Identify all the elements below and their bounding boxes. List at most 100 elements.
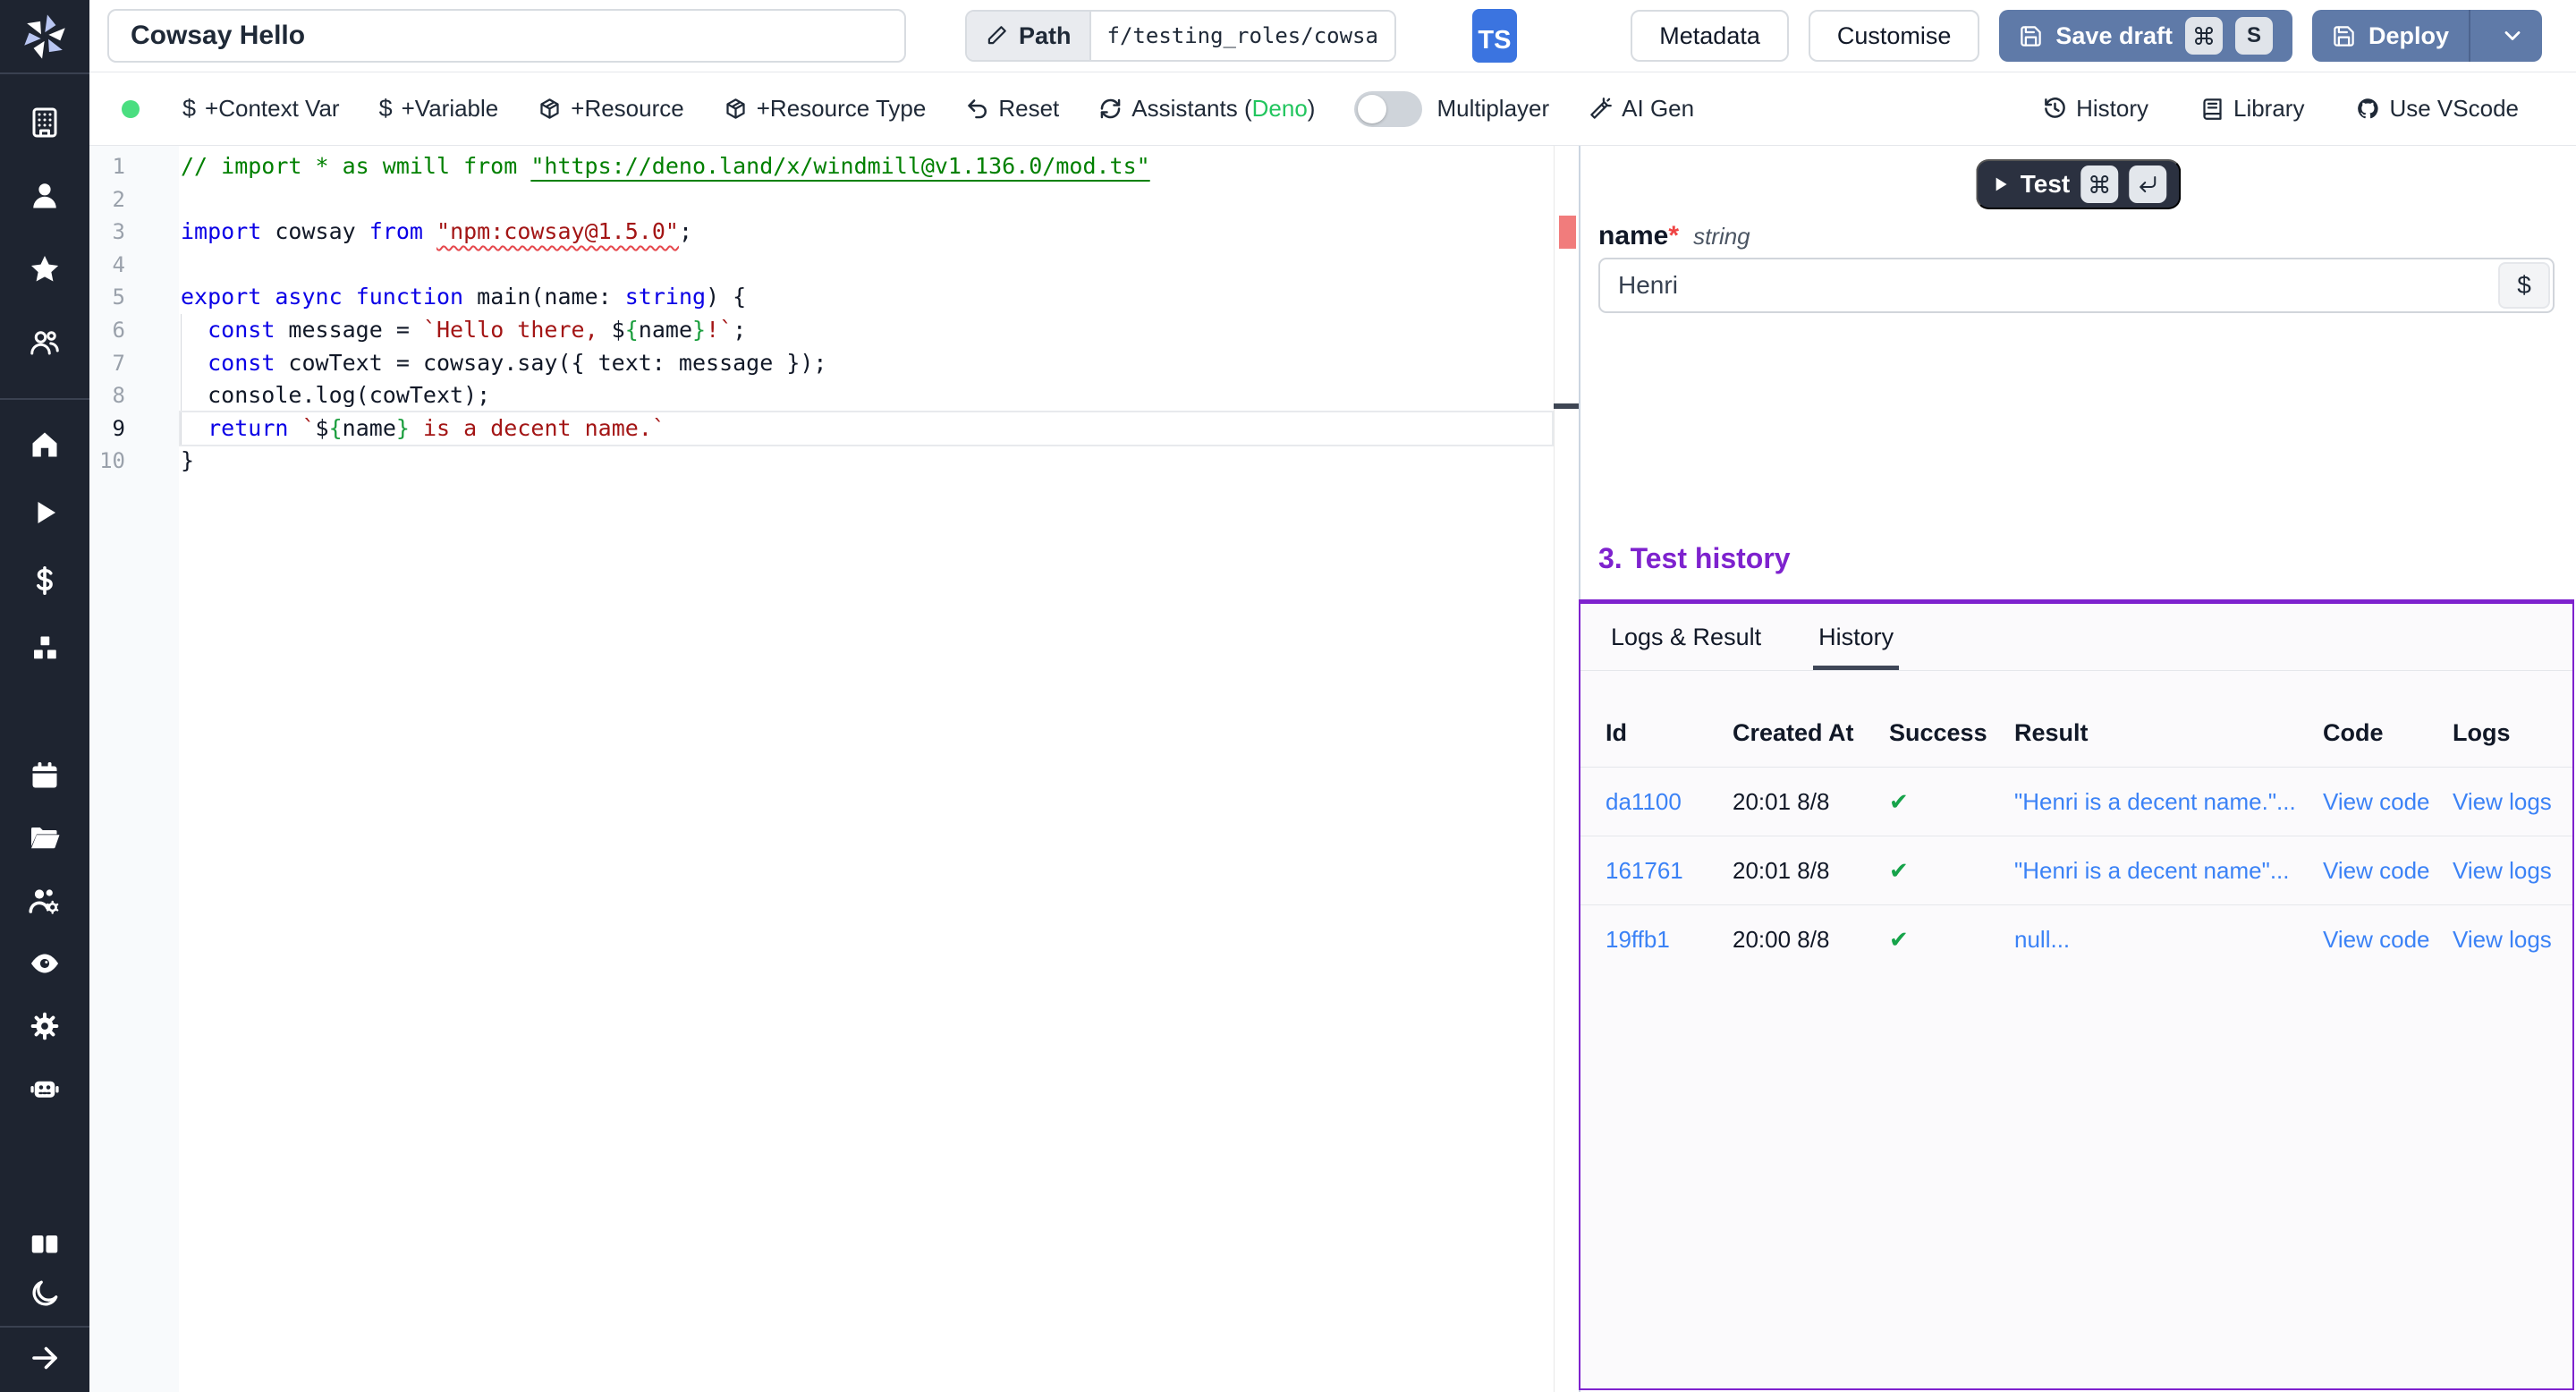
users-gear-icon: [29, 885, 61, 917]
path-edit-button[interactable]: Path: [967, 12, 1089, 60]
success-check-icon: ✔: [1889, 926, 2014, 954]
github-icon: [2356, 97, 2380, 121]
code-line[interactable]: 10}: [89, 445, 1579, 478]
code-line[interactable]: 4: [89, 249, 1579, 282]
save-icon: [2332, 24, 2356, 48]
code-text[interactable]: // import * as wmill from "https://deno.…: [181, 150, 1150, 183]
sidebar-divider: [0, 72, 89, 74]
metadata-button[interactable]: Metadata: [1631, 10, 1789, 62]
windmill-logo[interactable]: [0, 0, 89, 72]
content-area: 1// import * as wmill from "https://deno…: [89, 146, 2576, 1392]
history-row: 16176120:01 8/8✔"Henri is a decent name"…: [1580, 836, 2572, 905]
result-link[interactable]: "Henri is a decent name."...: [2014, 788, 2323, 816]
line-number: 10: [89, 445, 125, 478]
sidebar-item-folders[interactable]: [29, 822, 61, 854]
save-draft-button[interactable]: Save draft S: [1999, 10, 2292, 62]
view-logs-link[interactable]: View logs: [2453, 788, 2572, 816]
sidebar-item-schedules[interactable]: [29, 760, 61, 792]
code-line[interactable]: 3import cowsay from "npm:cowsay@1.5.0";: [89, 216, 1579, 249]
add-context-var-button[interactable]: $ +Context Var: [182, 95, 340, 123]
tab-history[interactable]: History: [1813, 624, 1899, 670]
view-code-link[interactable]: View code: [2323, 857, 2453, 885]
created-at-value: 20:00 8/8: [1733, 926, 1889, 954]
result-link[interactable]: null...: [2014, 926, 2323, 954]
sidebar-item-audit-logs[interactable]: [29, 947, 61, 980]
test-button[interactable]: Test: [1976, 159, 2182, 209]
code-line[interactable]: 9 return `${name} is a decent name.`: [89, 412, 1579, 446]
view-code-link[interactable]: View code: [2323, 788, 2453, 816]
library-button[interactable]: Library: [2200, 95, 2304, 123]
history-label: History: [2076, 95, 2148, 123]
code-text[interactable]: }: [181, 445, 194, 478]
sidebar-item-runs[interactable]: [29, 497, 61, 529]
sidebar-item-docs[interactable]: [29, 1227, 61, 1260]
sidebar-item-groups[interactable]: [29, 885, 61, 917]
result-link[interactable]: "Henri is a decent name"...: [2014, 857, 2323, 885]
deploy-dropdown-button[interactable]: [2483, 23, 2542, 48]
code-text[interactable]: export async function main(name: string)…: [181, 281, 746, 314]
sidebar-item-workspace[interactable]: [29, 106, 61, 139]
code-text[interactable]: const cowText = cowsay.say({ text: messa…: [181, 347, 826, 380]
sidebar-expand-button[interactable]: [29, 1342, 61, 1374]
run-id-link[interactable]: 161761: [1580, 857, 1733, 885]
insert-variable-button[interactable]: $: [2498, 262, 2550, 309]
code-text[interactable]: console.log(cowText);: [181, 379, 490, 412]
code-text[interactable]: const message = `Hello there, ${name}!`;: [181, 314, 746, 347]
ai-gen-button[interactable]: AI Gen: [1589, 95, 1694, 123]
line-number: 4: [89, 249, 125, 282]
sidebar-item-settings[interactable]: [29, 1010, 61, 1042]
sidebar-item-workers[interactable]: [29, 1073, 61, 1105]
code-line[interactable]: 1// import * as wmill from "https://deno…: [89, 150, 1579, 183]
sidebar-item-members[interactable]: [29, 327, 61, 359]
undo-icon: [965, 97, 989, 121]
argument-input[interactable]: [1598, 258, 2555, 313]
sidebar-divider: [0, 1326, 89, 1328]
add-resource-type-button[interactable]: +Resource Type: [724, 95, 927, 123]
moon-icon: [29, 1277, 61, 1310]
sidebar-item-user[interactable]: [29, 180, 61, 212]
run-id-link[interactable]: da1100: [1580, 788, 1733, 816]
history-button[interactable]: History: [2043, 95, 2148, 123]
created-at-value: 20:01 8/8: [1733, 788, 1889, 816]
top-bar: Path f/testing_roles/cowsa TS Metadata C…: [89, 0, 2576, 72]
sidebar-item-favorites[interactable]: [29, 253, 61, 285]
use-vscode-button[interactable]: Use VScode: [2356, 95, 2519, 123]
code-line[interactable]: 8 console.log(cowText);: [89, 379, 1579, 412]
multiplayer-toggle[interactable]: [1354, 91, 1422, 127]
toggle-knob: [1358, 95, 1386, 123]
folder-icon: [29, 822, 61, 854]
sidebar-item-resources[interactable]: [29, 632, 61, 665]
refresh-icon: [1098, 97, 1123, 121]
calendar-icon: [29, 760, 61, 792]
sidebar-item-home[interactable]: [29, 429, 61, 461]
dollar-icon: [29, 564, 61, 597]
tab-logs-result[interactable]: Logs & Result: [1606, 624, 1767, 670]
view-logs-link[interactable]: View logs: [2453, 857, 2572, 885]
deploy-button[interactable]: Deploy: [2312, 10, 2542, 62]
reset-button[interactable]: Reset: [965, 95, 1059, 123]
code-editor[interactable]: 1// import * as wmill from "https://deno…: [89, 146, 1579, 1392]
code-line[interactable]: 5export async function main(name: string…: [89, 281, 1579, 314]
add-resource-button[interactable]: +Resource: [538, 95, 683, 123]
assistants-button[interactable]: Assistants (Deno): [1098, 95, 1315, 123]
path-value[interactable]: f/testing_roles/cowsa: [1089, 12, 1394, 60]
view-logs-link[interactable]: View logs: [2453, 926, 2572, 954]
script-title-input[interactable]: [107, 9, 906, 63]
code-line[interactable]: 7 const cowText = cowsay.say({ text: mes…: [89, 347, 1579, 380]
col-result: Result: [2014, 719, 2323, 747]
code-line[interactable]: 6 const message = `Hello there, ${name}!…: [89, 314, 1579, 347]
run-id-link[interactable]: 19ffb1: [1580, 926, 1733, 954]
view-code-link[interactable]: View code: [2323, 926, 2453, 954]
sidebar-divider: [0, 398, 89, 400]
typescript-badge: TS: [1472, 9, 1517, 63]
path-control[interactable]: Path f/testing_roles/cowsa: [965, 10, 1396, 62]
code-line[interactable]: 2: [89, 183, 1579, 216]
multiplayer-control: Multiplayer: [1354, 91, 1549, 127]
code-text[interactable]: return `${name} is a decent name.`: [181, 412, 665, 446]
windmill-script-editor: Path f/testing_roles/cowsa TS Metadata C…: [0, 0, 2576, 1392]
sidebar-item-dark-mode[interactable]: [29, 1277, 61, 1310]
sidebar-item-variables[interactable]: [29, 564, 61, 597]
customise-button[interactable]: Customise: [1809, 10, 1980, 62]
add-variable-button[interactable]: $ +Variable: [379, 95, 499, 123]
code-text[interactable]: import cowsay from "npm:cowsay@1.5.0";: [181, 216, 692, 249]
